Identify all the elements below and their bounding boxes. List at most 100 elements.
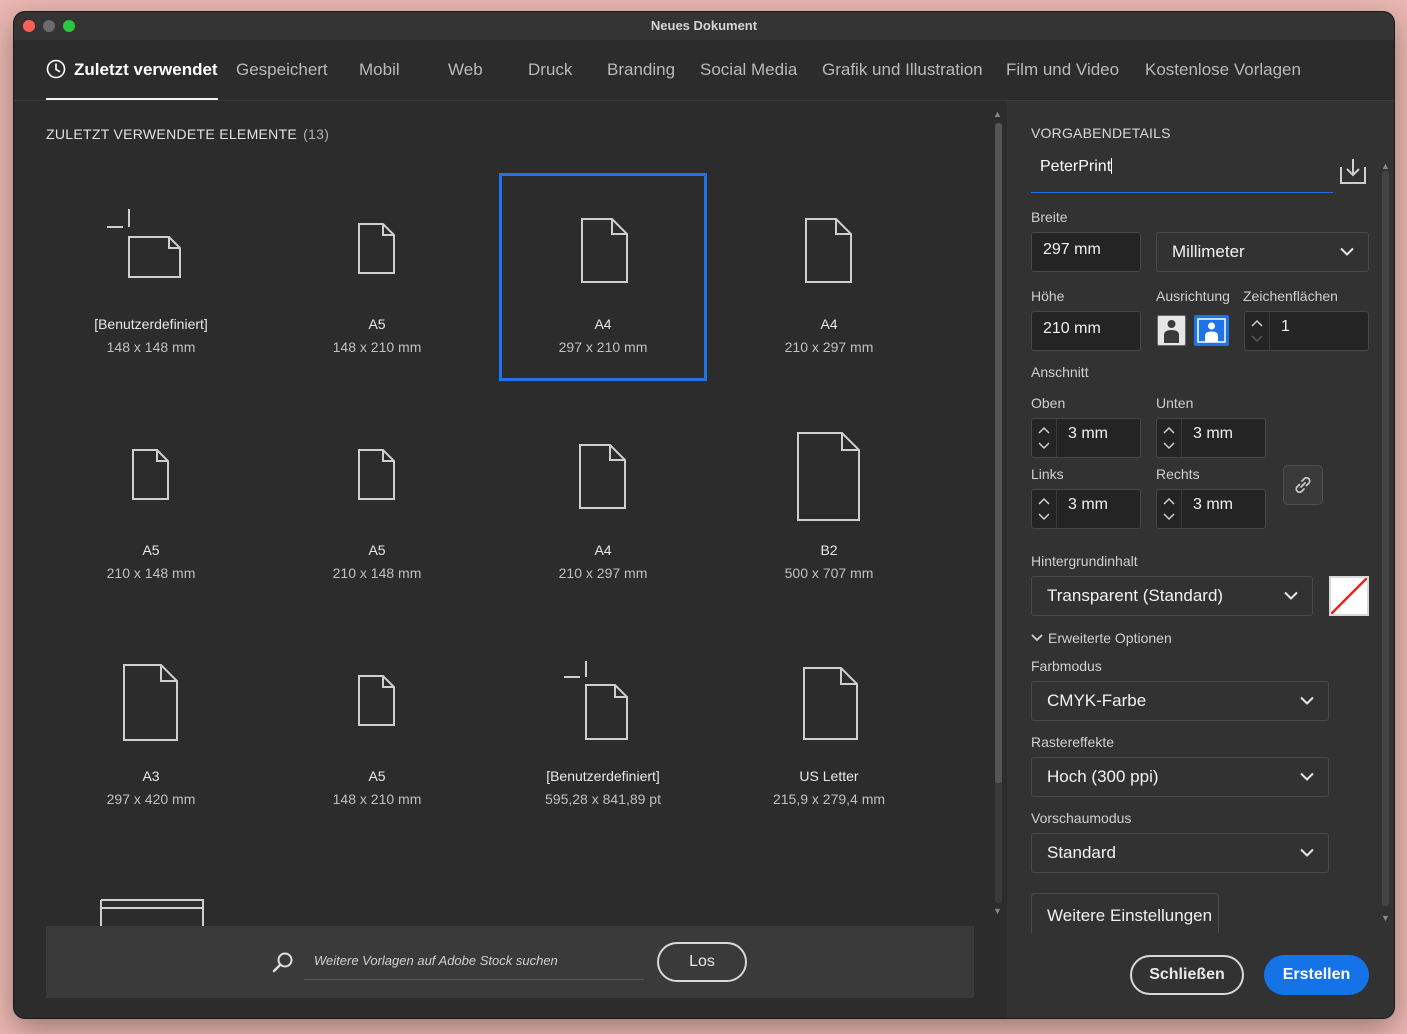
- decrement-icon[interactable]: [1163, 442, 1175, 450]
- decrement-icon[interactable]: [1038, 513, 1050, 521]
- preset-scrollbar[interactable]: ▲ ▼: [991, 109, 1005, 917]
- stepper-arrows[interactable]: [1245, 312, 1270, 350]
- preset-name: A5: [368, 542, 386, 558]
- tab-saved[interactable]: Gespeichert: [236, 40, 328, 100]
- stepper-arrows[interactable]: [1157, 419, 1182, 457]
- preset-tile[interactable]: A4 210 x 297 mm: [725, 173, 933, 381]
- decrement-icon[interactable]: [1163, 513, 1175, 521]
- increment-icon[interactable]: [1038, 497, 1050, 505]
- orientation-landscape-button[interactable]: [1194, 315, 1229, 346]
- increment-icon[interactable]: [1163, 426, 1175, 434]
- height-input[interactable]: 210 mm: [1031, 311, 1141, 351]
- width-input[interactable]: 297 mm: [1031, 232, 1141, 272]
- create-button[interactable]: Erstellen: [1264, 955, 1369, 995]
- landscape-document-icon: [100, 899, 204, 929]
- close-button[interactable]: Schließen: [1130, 955, 1244, 995]
- chevron-down-icon: [1300, 696, 1314, 705]
- tab-branding[interactable]: Branding: [607, 40, 675, 100]
- preset-size: 148 x 210 mm: [332, 791, 422, 807]
- scroll-thumb[interactable]: [995, 123, 1002, 783]
- preset-tile[interactable]: A4 210 x 297 mm: [499, 399, 707, 607]
- increment-icon[interactable]: [1163, 497, 1175, 505]
- increment-icon[interactable]: [1038, 426, 1050, 434]
- tab-free-templates[interactable]: Kostenlose Vorlagen: [1145, 40, 1301, 100]
- preset-tile[interactable]: A5 210 x 148 mm: [47, 399, 255, 607]
- background-dropdown[interactable]: Transparent (Standard): [1031, 576, 1313, 616]
- increment-icon[interactable]: [1251, 319, 1263, 327]
- height-value: 210 mm: [1043, 320, 1101, 337]
- bleed-right-label: Rechts: [1156, 466, 1200, 482]
- chevron-down-icon: [1284, 591, 1298, 600]
- preset-tile[interactable]: A5 210 x 148 mm: [273, 399, 481, 607]
- scroll-track[interactable]: [1382, 171, 1389, 906]
- tab-film-video[interactable]: Film und Video: [1006, 40, 1119, 100]
- close-window-button[interactable]: [23, 20, 35, 32]
- item-count: (13): [303, 126, 330, 142]
- bleed-bottom-value: 3 mm: [1193, 425, 1233, 442]
- raster-effects-value: Hoch (300 ppi): [1047, 767, 1159, 786]
- details-scrollbar[interactable]: ▲ ▼: [1380, 161, 1392, 931]
- stepper-arrows[interactable]: [1032, 419, 1057, 457]
- scroll-down-icon[interactable]: ▼: [993, 906, 1002, 916]
- preset-tile[interactable]: A3 297 x 420 mm: [47, 625, 255, 833]
- preset-size: 297 x 210 mm: [558, 339, 648, 355]
- portrait-person-icon: [1164, 320, 1179, 343]
- chevron-down-icon: [1300, 848, 1314, 857]
- chevron-down-icon: [1031, 634, 1043, 642]
- decrement-icon[interactable]: [1251, 335, 1263, 343]
- preset-size: 210 x 297 mm: [784, 339, 874, 355]
- orientation-portrait-button[interactable]: [1157, 315, 1186, 346]
- preset-tile-selected[interactable]: A4 297 x 210 mm: [499, 173, 707, 381]
- bleed-right-stepper[interactable]: 3 mm: [1156, 489, 1266, 529]
- bleed-bottom-stepper[interactable]: 3 mm: [1156, 418, 1266, 458]
- more-settings-button[interactable]: Weitere Einstellungen: [1031, 893, 1219, 933]
- preset-tile[interactable]: A5 148 x 210 mm: [273, 625, 481, 833]
- preset-details-panel: VORGABENDETAILS PeterPrint Breite 297 mm…: [1007, 101, 1394, 1018]
- stepper-arrows[interactable]: [1032, 490, 1057, 528]
- preset-size: 210 x 148 mm: [106, 565, 196, 581]
- raster-effects-dropdown[interactable]: Hoch (300 ppi): [1031, 757, 1329, 797]
- stock-search-input[interactable]: Weitere Vorlagen auf Adobe Stock suchen: [304, 948, 644, 980]
- advanced-options-toggle[interactable]: Erweiterte Optionen: [1031, 630, 1172, 646]
- decrement-icon[interactable]: [1038, 442, 1050, 450]
- background-color-swatch[interactable]: [1329, 576, 1369, 616]
- link-bleed-button[interactable]: [1283, 465, 1323, 505]
- preset-name: A4: [594, 316, 612, 332]
- scroll-down-icon[interactable]: ▼: [1381, 913, 1390, 923]
- preset-tile[interactable]: [Benutzerdefiniert] 148 x 148 mm: [47, 173, 255, 381]
- unit-dropdown[interactable]: Millimeter: [1156, 232, 1369, 272]
- window-title: Neues Dokument: [650, 18, 758, 33]
- bleed-top-stepper[interactable]: 3 mm: [1031, 418, 1141, 458]
- preset-size: 210 x 148 mm: [332, 565, 422, 581]
- stepper-arrows[interactable]: [1157, 490, 1182, 528]
- preset-tile[interactable]: [Benutzerdefiniert] 595,28 x 841,89 pt: [499, 625, 707, 833]
- artboards-stepper[interactable]: 1: [1244, 311, 1369, 351]
- preset-tile[interactable]: [47, 851, 255, 929]
- preset-name: A3: [142, 768, 160, 784]
- scroll-up-icon[interactable]: ▲: [1381, 161, 1390, 171]
- preview-mode-dropdown[interactable]: Standard: [1031, 833, 1329, 873]
- preset-tile[interactable]: US Letter 215,9 x 279,4 mm: [725, 625, 933, 833]
- tab-print[interactable]: Druck: [528, 40, 572, 100]
- bleed-left-stepper[interactable]: 3 mm: [1031, 489, 1141, 529]
- preset-name-value: PeterPrint: [1040, 158, 1112, 175]
- preset-name: US Letter: [799, 768, 859, 784]
- color-mode-dropdown[interactable]: CMYK-Farbe: [1031, 681, 1329, 721]
- tab-mobile[interactable]: Mobil: [359, 40, 400, 100]
- search-go-button[interactable]: Los: [657, 942, 747, 982]
- tab-graphics-illustration[interactable]: Grafik und Illustration: [822, 40, 983, 100]
- tab-web[interactable]: Web: [448, 40, 483, 100]
- tab-recent[interactable]: Zuletzt verwendet: [46, 40, 218, 100]
- preset-name-input[interactable]: PeterPrint: [1031, 153, 1333, 193]
- preset-tile[interactable]: A5 148 x 210 mm: [273, 173, 481, 381]
- document-icon: [803, 667, 858, 740]
- tab-social-media[interactable]: Social Media: [700, 40, 797, 100]
- save-preset-icon[interactable]: [1339, 157, 1367, 185]
- maximize-window-button[interactable]: [63, 20, 75, 32]
- scroll-up-icon[interactable]: ▲: [993, 109, 1002, 119]
- details-heading: VORGABENDETAILS: [1031, 125, 1171, 141]
- preset-tile[interactable]: B2 500 x 707 mm: [725, 399, 933, 607]
- minimize-window-button[interactable]: [43, 20, 55, 32]
- preview-mode-label: Vorschaumodus: [1031, 810, 1132, 826]
- preset-size: 595,28 x 841,89 pt: [545, 791, 661, 807]
